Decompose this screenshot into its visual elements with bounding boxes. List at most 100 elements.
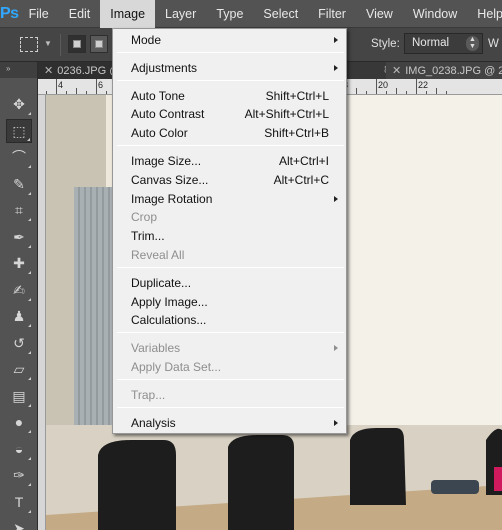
dodge-icon[interactable]: ◒ bbox=[6, 437, 32, 461]
ruler-tick bbox=[396, 88, 397, 94]
ruler-tick bbox=[96, 79, 97, 94]
menu-item-label: Image Rotation bbox=[131, 191, 213, 206]
menu-file[interactable]: File bbox=[19, 0, 59, 28]
photoshop-logo: Ps bbox=[0, 4, 19, 22]
blur-icon[interactable]: ● bbox=[6, 410, 32, 434]
menu-item-crop: Crop bbox=[113, 208, 346, 227]
tools-panel: » ✥ ⬚ ⌒ ✎ ⌗ ✒ ✚ ✍ ♟ ↺ ▱ ▤ ● ◒ ✑ T ➤ bbox=[0, 62, 38, 530]
ruler-tick bbox=[436, 88, 437, 94]
menu-item-auto-tone[interactable]: Auto Tone Shift+Ctrl+L bbox=[113, 87, 346, 106]
menu-bar: Ps File Edit Image Layer Type Select Fil… bbox=[0, 0, 502, 28]
menu-item-auto-contrast[interactable]: Auto Contrast Alt+Shift+Ctrl+L bbox=[113, 105, 346, 124]
ruler-number: 6 bbox=[98, 80, 104, 90]
gradient-icon[interactable]: ▤ bbox=[6, 384, 32, 408]
ruler-tick bbox=[416, 79, 417, 94]
menu-item-label: Apply Data Set... bbox=[131, 360, 222, 374]
lasso-icon[interactable]: ⌒ bbox=[6, 145, 32, 169]
menu-separator bbox=[117, 79, 344, 81]
path-selection-icon[interactable]: ➤ bbox=[6, 516, 32, 530]
ruler-tick bbox=[86, 91, 87, 94]
menu-item-mode[interactable]: Mode bbox=[113, 31, 346, 50]
menu-select[interactable]: Select bbox=[253, 0, 308, 28]
marquee-preset-icon[interactable] bbox=[20, 37, 38, 52]
menu-item-label: Trap... bbox=[131, 387, 166, 402]
menu-separator bbox=[117, 266, 344, 268]
style-select[interactable]: Normal ▲ ▼ bbox=[404, 33, 483, 54]
eraser-icon[interactable]: ▱ bbox=[6, 357, 32, 381]
ruler-tick bbox=[426, 91, 427, 94]
quick-selection-icon[interactable]: ✎ bbox=[6, 172, 32, 196]
brush-icon[interactable]: ✍ bbox=[6, 278, 32, 302]
menu-item-image-rotation[interactable]: Image Rotation bbox=[113, 190, 346, 209]
menu-item-shortcut: Alt+Shift+Ctrl+L bbox=[244, 107, 329, 122]
submenu-arrow-icon bbox=[334, 64, 338, 71]
menu-item-shortcut: Shift+Ctrl+B bbox=[264, 126, 329, 141]
menu-separator bbox=[117, 406, 344, 408]
menu-image[interactable]: Image bbox=[100, 0, 156, 28]
menu-type[interactable]: Type bbox=[206, 0, 253, 28]
close-icon[interactable]: ✕ bbox=[392, 65, 401, 77]
close-icon[interactable]: ✕ bbox=[44, 65, 53, 77]
menu-item-label: Calculations... bbox=[131, 313, 207, 328]
menu-item-label: Adjustments bbox=[131, 60, 198, 75]
ruler-number: 20 bbox=[378, 80, 389, 90]
pen-icon[interactable]: ✑ bbox=[6, 463, 32, 487]
move-icon[interactable]: ✥ bbox=[6, 92, 32, 116]
menu-item-label: Reveal All bbox=[131, 248, 185, 262]
menu-item-apply-data-set: Apply Data Set... bbox=[113, 358, 346, 377]
collapse-panel-icon[interactable]: » bbox=[0, 62, 37, 78]
rectangular-marquee-icon[interactable]: ⬚ bbox=[6, 118, 32, 143]
menu-item-reveal-all: Reveal All bbox=[113, 246, 346, 265]
type-icon[interactable]: T bbox=[6, 490, 32, 514]
menu-item-calculations[interactable]: Calculations... bbox=[113, 311, 346, 330]
menu-item-label: Auto Contrast bbox=[131, 107, 205, 122]
menu-edit[interactable]: Edit bbox=[59, 0, 101, 28]
style-value: Normal bbox=[412, 37, 450, 49]
menu-item-variables: Variables bbox=[113, 339, 346, 358]
tab-label: IMG_0238.JPG @ 25% bbox=[405, 65, 502, 77]
menu-item-duplicate[interactable]: Duplicate... bbox=[113, 274, 346, 293]
menu-separator bbox=[117, 51, 344, 53]
menu-separator bbox=[117, 332, 344, 334]
menu-item-auto-color[interactable]: Auto Color Shift+Ctrl+B bbox=[113, 124, 346, 143]
ruler-tick bbox=[56, 79, 57, 94]
add-to-selection-button[interactable] bbox=[90, 35, 108, 53]
menu-item-image-size[interactable]: Image Size... Alt+Ctrl+I bbox=[113, 152, 346, 171]
ruler-tick bbox=[406, 91, 407, 94]
options-divider bbox=[60, 34, 61, 56]
menu-layer[interactable]: Layer bbox=[155, 0, 206, 28]
clone-stamp-icon[interactable]: ♟ bbox=[6, 304, 32, 328]
menu-help[interactable]: Help bbox=[467, 0, 502, 28]
eyedropper-icon[interactable]: ✒ bbox=[6, 225, 32, 249]
ruler-tick bbox=[376, 79, 377, 94]
menu-item-canvas-size[interactable]: Canvas Size... Alt+Ctrl+C bbox=[113, 171, 346, 190]
ruler-tick bbox=[76, 88, 77, 94]
menu-filter[interactable]: Filter bbox=[308, 0, 356, 28]
menu-item-apply-image[interactable]: Apply Image... bbox=[113, 293, 346, 312]
menu-view[interactable]: View bbox=[356, 0, 403, 28]
vertical-ruler bbox=[38, 95, 46, 530]
chevron-down-icon[interactable]: ▼ bbox=[44, 39, 52, 48]
menu-item-adjustments[interactable]: Adjustments bbox=[113, 59, 346, 78]
menu-item-label: Trim... bbox=[131, 229, 165, 244]
history-brush-icon[interactable]: ↺ bbox=[6, 331, 32, 355]
menu-item-trim[interactable]: Trim... bbox=[113, 227, 346, 246]
tab-document-0238[interactable]: ✕ IMG_0238.JPG @ 25% bbox=[386, 62, 502, 79]
menu-window[interactable]: Window bbox=[403, 0, 467, 28]
updown-arrows-icon: ▲ ▼ bbox=[466, 36, 479, 51]
menu-item-label: Duplicate... bbox=[131, 275, 192, 290]
spot-healing-icon[interactable]: ✚ bbox=[6, 251, 32, 275]
new-selection-button[interactable] bbox=[68, 35, 86, 53]
menu-item-trap: Trap... bbox=[113, 386, 346, 405]
ruler-tick bbox=[366, 91, 367, 94]
menu-item-shortcut: Alt+Ctrl+C bbox=[273, 172, 329, 187]
menu-item-label: Image Size... bbox=[131, 154, 202, 168]
menu-item-analysis[interactable]: Analysis bbox=[113, 414, 346, 433]
menu-item-label: Crop bbox=[131, 210, 158, 225]
crop-icon[interactable]: ⌗ bbox=[6, 198, 32, 222]
width-label: W bbox=[488, 38, 499, 50]
menu-item-label: Apply Image... bbox=[131, 294, 208, 309]
image-menu-dropdown: Mode Adjustments Auto Tone Shift+Ctrl+L Auto… bbox=[112, 28, 347, 434]
ruler-number: 22 bbox=[418, 80, 429, 90]
submenu-arrow-icon bbox=[334, 37, 338, 43]
